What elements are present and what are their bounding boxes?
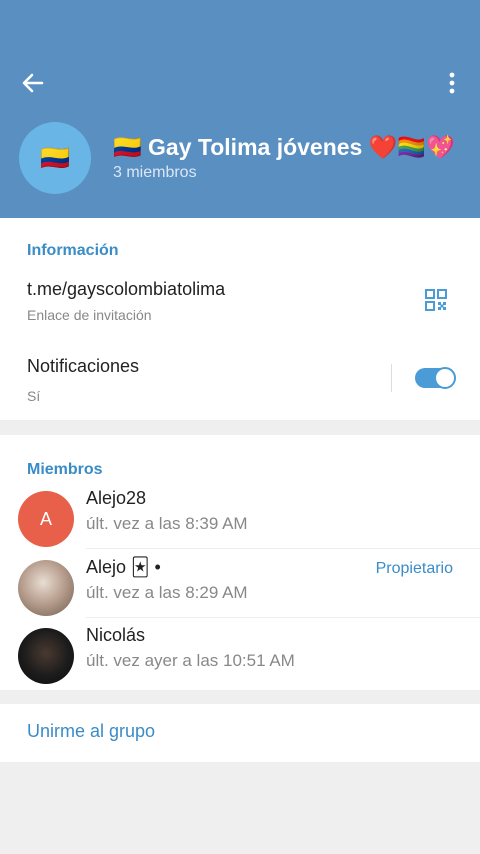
divider — [391, 364, 392, 392]
back-button[interactable] — [16, 66, 50, 100]
more-options-button[interactable] — [438, 66, 466, 100]
notifications-value: Sí — [27, 388, 41, 404]
avatar — [18, 560, 74, 616]
members-section: Miembros A Alejo28 últ. vez a las 8:39 A… — [0, 435, 480, 690]
member-name: Nicolás — [86, 625, 146, 645]
member-name: Alejo 🃏 • — [86, 557, 161, 577]
notifications-toggle[interactable] — [415, 367, 456, 389]
notifications-label: Notificaciones — [27, 356, 140, 376]
owner-badge: Propietario — [375, 560, 453, 577]
avatar — [18, 628, 74, 684]
chat-header: 🇨🇴 🇨🇴 Gay Tolima jóvenes ❤️🏳️‍🌈💖 3 miemb… — [0, 0, 480, 218]
qr-code-button[interactable] — [424, 288, 452, 316]
toggle-knob — [434, 367, 456, 389]
member-row[interactable]: A Alejo28 últ. vez a las 8:39 AM — [0, 481, 480, 549]
divider — [86, 548, 480, 549]
join-group-button[interactable]: Unirme al grupo — [27, 721, 155, 742]
group-title: 🇨🇴 Gay Tolima jóvenes ❤️🏳️‍🌈💖 — [113, 134, 455, 160]
more-vertical-icon — [449, 72, 455, 94]
member-status: últ. vez ayer a las 10:51 AM — [86, 651, 295, 670]
qr-code-icon — [425, 289, 447, 311]
group-avatar[interactable]: 🇨🇴 — [19, 122, 91, 194]
avatar-letter: A — [39, 508, 52, 529]
avatar: A — [18, 491, 74, 547]
group-avatar-emoji: 🇨🇴 — [40, 144, 70, 172]
member-name: Alejo28 — [86, 488, 147, 508]
info-section: Información t.me/gayscolombiatolima Enla… — [0, 218, 480, 420]
info-section-title: Información — [27, 242, 119, 259]
member-status: últ. vez a las 8:29 AM — [86, 583, 248, 602]
invite-link[interactable]: t.me/gayscolombiatolima — [27, 279, 225, 300]
member-status: últ. vez a las 8:39 AM — [86, 514, 248, 533]
member-row[interactable]: Alejo 🃏 • últ. vez a las 8:29 AM Propiet… — [0, 550, 480, 618]
arrow-left-icon — [22, 73, 44, 93]
members-section-title: Miembros — [27, 461, 103, 478]
member-count: 3 miembros — [113, 164, 197, 181]
invite-link-label: Enlace de invitación — [27, 307, 152, 323]
member-row[interactable]: Nicolás últ. vez ayer a las 10:51 AM — [0, 618, 480, 686]
join-section: Unirme al grupo — [0, 704, 480, 762]
